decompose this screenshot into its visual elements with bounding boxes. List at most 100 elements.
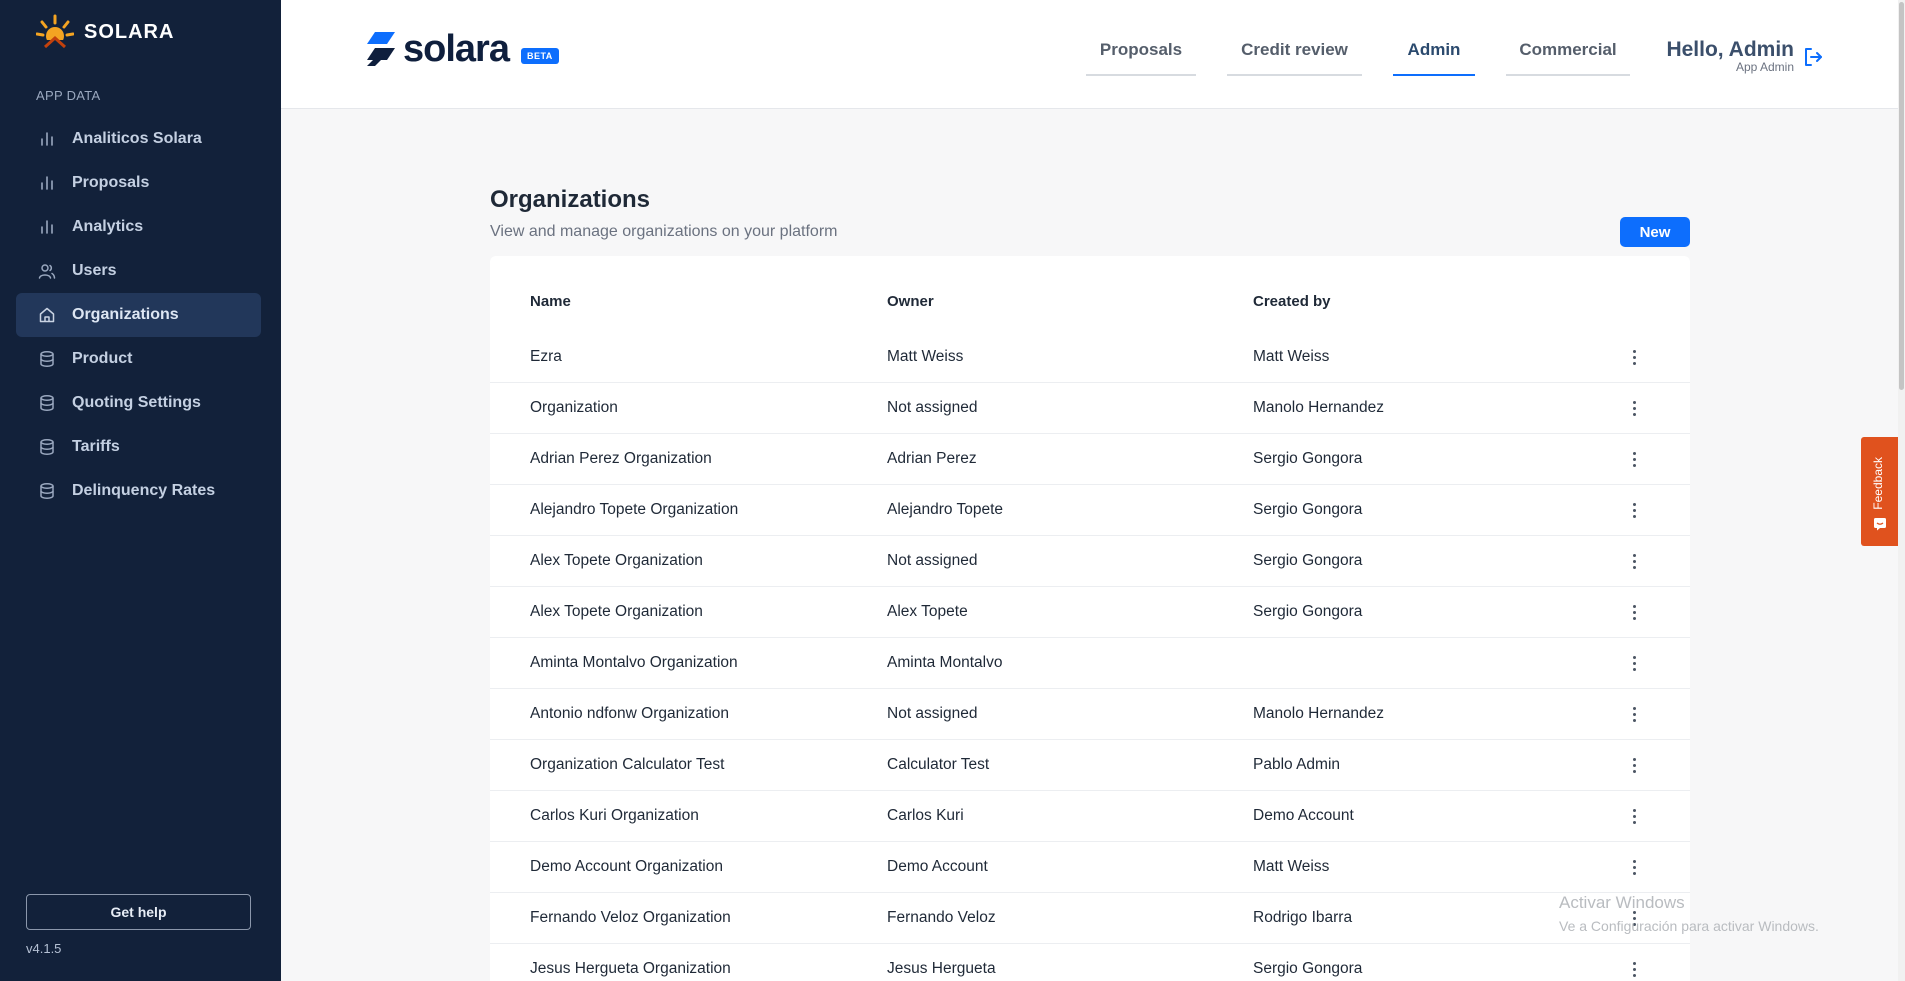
cell-name: Fernando Veloz Organization xyxy=(530,909,731,926)
row-menu-icon[interactable] xyxy=(1624,652,1644,674)
table-row[interactable]: Jesus Hergueta Organization Jesus Hergue… xyxy=(490,944,1690,981)
column-header-created-by[interactable]: Created by xyxy=(1253,293,1331,310)
windows-watermark-subtitle: Ve a Configuración para activar Windows. xyxy=(1559,918,1819,934)
bar-chart-icon xyxy=(41,132,53,146)
row-menu-icon[interactable] xyxy=(1624,805,1644,827)
table-row[interactable]: Demo Account Organization Demo Account M… xyxy=(490,842,1690,893)
sidebar-item-tariffs[interactable]: Tariffs xyxy=(16,425,261,469)
sidebar-item-quoting-settings[interactable]: Quoting Settings xyxy=(16,381,261,425)
tab-admin[interactable]: Admin xyxy=(1393,40,1475,76)
home-icon xyxy=(39,307,55,323)
table-row[interactable]: Fernando Veloz Organization Fernando Vel… xyxy=(490,893,1690,944)
cell-name: Carlos Kuri Organization xyxy=(530,807,699,824)
row-menu-icon[interactable] xyxy=(1624,448,1644,470)
table-row[interactable]: Organization Not assigned Manolo Hernand… xyxy=(490,383,1690,434)
beta-badge: BETA xyxy=(520,48,559,64)
table-row[interactable]: Ezra Matt Weiss Matt Weiss xyxy=(490,332,1690,383)
sidebar-logo[interactable]: SOLARA xyxy=(36,14,174,50)
database-icon xyxy=(40,483,54,499)
row-menu-icon[interactable] xyxy=(1624,601,1644,623)
feedback-tab[interactable]: Feedback xyxy=(1861,437,1899,546)
organizations-table: Name Owner Created by Ezra Matt Weiss Ma… xyxy=(490,256,1690,981)
cell-owner: Demo Account xyxy=(887,858,988,875)
sidebar-item-product[interactable]: Product xyxy=(16,337,261,381)
sidebar-section-label: APP DATA xyxy=(36,88,101,103)
sidebar-item-users[interactable]: Users xyxy=(16,249,261,293)
sidebar-item-analytics[interactable]: Analytics xyxy=(16,205,261,249)
tab-commercial[interactable]: Commercial xyxy=(1506,40,1630,76)
column-header-owner[interactable]: Owner xyxy=(887,293,934,310)
user-greeting: Hello, Admin App Admin xyxy=(1664,38,1794,74)
bar-chart-icon xyxy=(41,220,53,234)
cell-created-by: Sergio Gongora xyxy=(1253,603,1363,620)
sidebar-item-organizations[interactable]: Organizations xyxy=(16,293,261,337)
sidebar: SOLARA APP DATA Analiticos Solara Propos… xyxy=(0,0,281,981)
brand-logo[interactable]: solara BETA xyxy=(365,30,559,68)
logout-icon[interactable] xyxy=(1802,46,1824,68)
database-icon xyxy=(40,351,54,367)
sidebar-logo-text: SOLARA xyxy=(84,20,175,43)
user-greeting-text: Hello, Admin xyxy=(1666,38,1794,61)
table-row[interactable]: Alex Topete Organization Alex Topete Ser… xyxy=(490,587,1690,638)
cell-owner: Not assigned xyxy=(887,552,978,569)
windows-watermark-title: Activar Windows xyxy=(1559,893,1685,912)
row-menu-icon[interactable] xyxy=(1624,499,1644,521)
cell-name: Alex Topete Organization xyxy=(530,603,703,620)
table-row[interactable]: Carlos Kuri Organization Carlos Kuri Dem… xyxy=(490,791,1690,842)
scrollbar-thumb[interactable] xyxy=(1899,2,1904,390)
feedback-label: Feedback xyxy=(1871,457,1885,510)
row-menu-icon[interactable] xyxy=(1624,958,1644,980)
table-row[interactable]: Alex Topete Organization Not assigned Se… xyxy=(490,536,1690,587)
row-menu-icon[interactable] xyxy=(1624,550,1644,572)
sidebar-item-analiticos-solara[interactable]: Analiticos Solara xyxy=(16,117,261,161)
table-row[interactable]: Alejandro Topete Organization Alejandro … xyxy=(490,485,1690,536)
top-header: solara BETA Proposals Credit review Admi… xyxy=(281,0,1905,109)
row-menu-icon[interactable] xyxy=(1624,754,1644,776)
cell-owner: Calculator Test xyxy=(887,756,990,773)
cell-created-by: Matt Weiss xyxy=(1253,858,1330,875)
cell-created-by: Sergio Gongora xyxy=(1253,960,1363,977)
table-row[interactable]: Adrian Perez Organization Adrian Perez S… xyxy=(490,434,1690,485)
sidebar-item-label: Product xyxy=(72,350,133,367)
cell-created-by: Sergio Gongora xyxy=(1253,501,1363,518)
database-icon xyxy=(40,395,54,411)
cell-owner: Alex Topete xyxy=(887,603,968,620)
users-icon xyxy=(38,264,56,279)
cell-name: Alejandro Topete Organization xyxy=(530,501,739,518)
sidebar-item-proposals[interactable]: Proposals xyxy=(16,161,261,205)
sidebar-item-label: Tariffs xyxy=(72,438,120,455)
tab-credit-review[interactable]: Credit review xyxy=(1227,40,1362,76)
row-menu-icon[interactable] xyxy=(1624,703,1644,725)
cell-created-by: Manolo Hernandez xyxy=(1253,705,1384,722)
cell-owner: Not assigned xyxy=(887,705,978,722)
sidebar-item-label: Analytics xyxy=(72,218,144,235)
cell-name: Antonio ndfonw Organization xyxy=(530,705,730,722)
cell-name: Alex Topete Organization xyxy=(530,552,703,569)
page-subtitle: View and manage organizations on your pl… xyxy=(490,223,838,240)
cell-name: Demo Account Organization xyxy=(530,858,723,875)
user-role: App Admin xyxy=(1735,60,1794,74)
get-help-button[interactable]: Get help xyxy=(26,894,251,930)
table-row[interactable]: Organization Calculator Test Calculator … xyxy=(490,740,1690,791)
column-header-name[interactable]: Name xyxy=(530,293,571,310)
app-version: v4.1.5 xyxy=(26,941,62,956)
sidebar-nav: Analiticos Solara Proposals Analytics Us… xyxy=(16,117,261,513)
cell-name: Jesus Hergueta Organization xyxy=(530,960,731,977)
row-menu-icon[interactable] xyxy=(1624,856,1644,878)
sidebar-item-delinquency-rates[interactable]: Delinquency Rates xyxy=(16,469,261,513)
cell-owner: Carlos Kuri xyxy=(887,807,964,824)
table-row[interactable]: Aminta Montalvo Organization Aminta Mont… xyxy=(490,638,1690,689)
tab-proposals[interactable]: Proposals xyxy=(1086,40,1196,76)
bar-chart-icon xyxy=(41,176,53,190)
cell-created-by: Demo Account xyxy=(1253,807,1354,824)
table-row[interactable]: Antonio ndfonw Organization Not assigned… xyxy=(490,689,1690,740)
cell-name: Organization xyxy=(530,399,618,416)
table-header: Name Owner Created by xyxy=(490,256,1690,310)
row-menu-icon[interactable] xyxy=(1624,346,1644,368)
new-organization-button[interactable]: New xyxy=(1620,217,1690,247)
cell-owner: Alejandro Topete xyxy=(887,501,1004,518)
row-menu-icon[interactable] xyxy=(1624,397,1644,419)
cell-owner: Adrian Perez xyxy=(887,450,977,467)
cell-owner: Fernando Veloz xyxy=(887,909,996,926)
chat-icon xyxy=(1874,518,1886,531)
